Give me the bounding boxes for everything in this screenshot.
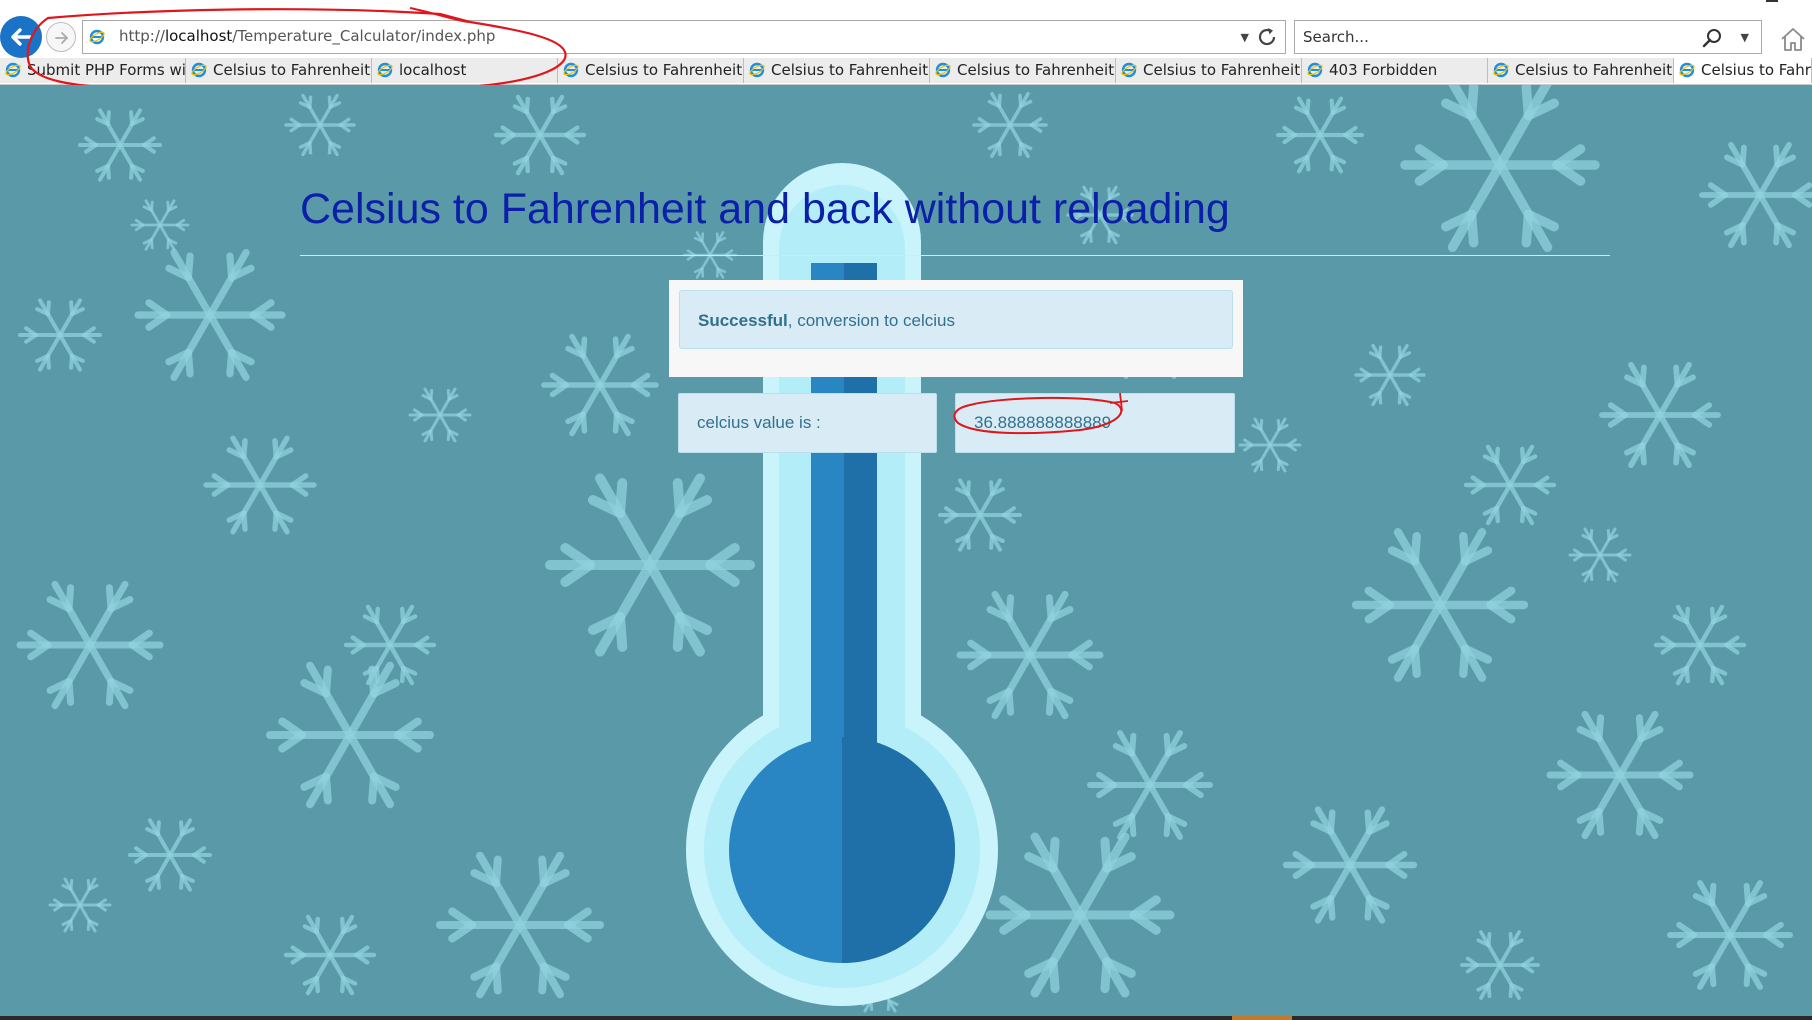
- search-icon[interactable]: [1701, 27, 1723, 49]
- address-dropdown-icon[interactable]: ▼: [1241, 31, 1249, 44]
- url-path: /Temperature_Calculator/index.php: [232, 27, 496, 45]
- browser-chrome: http://localhost/Temperature_Calculator/…: [0, 0, 1812, 85]
- ie-tab-icon: [749, 62, 765, 82]
- search-placeholder: Search...: [1303, 28, 1369, 46]
- tab-label: 403 Forbidden: [1329, 61, 1438, 79]
- home-icon[interactable]: [1778, 24, 1808, 54]
- forward-arrow-icon: [55, 32, 69, 44]
- alert-strong: Successful: [698, 311, 788, 330]
- back-button[interactable]: [0, 16, 42, 58]
- tab-label: Celsius to Fahrenheit ...: [213, 61, 372, 79]
- browser-tab[interactable]: Celsius to Fahrenheit ...: [558, 58, 744, 83]
- url-prefix: http://: [119, 27, 165, 45]
- alert-text: Successful, conversion to celcius: [698, 311, 955, 331]
- title-divider: [300, 255, 1610, 256]
- tab-label: Celsius to Fahrenheit ...: [771, 61, 930, 79]
- ie-tab-icon: [563, 62, 579, 82]
- ie-tab-icon: [1307, 62, 1323, 82]
- taskbar-item-accent: [1232, 1016, 1292, 1020]
- tab-label: Celsius to Fahrenheit ...: [1143, 61, 1302, 79]
- ie-tab-icon: [935, 62, 951, 82]
- taskbar-edge: [0, 1016, 1812, 1020]
- ie-tab-icon: [377, 62, 393, 82]
- window-minimize-button[interactable]: [1766, 0, 1778, 2]
- browser-tab[interactable]: Celsius to Fahrenheit ...: [186, 58, 372, 83]
- alert-message: , conversion to celcius: [787, 311, 956, 330]
- browser-tab[interactable]: localhost: [372, 58, 558, 83]
- ie-tab-icon: [1679, 62, 1695, 82]
- browser-tab[interactable]: 403 Forbidden: [1302, 58, 1488, 83]
- forward-button[interactable]: [46, 22, 76, 52]
- ie-tab-icon: [1121, 62, 1137, 82]
- browser-tab[interactable]: Celsius to Fahrenheit ...: [1488, 58, 1674, 83]
- search-box[interactable]: Search... ▼: [1294, 20, 1762, 54]
- tab-label: Celsius to Fahrenheit ...: [957, 61, 1116, 79]
- page-title: Celsius to Fahrenheit and back without r…: [300, 185, 1230, 233]
- ie-tab-icon: [5, 62, 21, 82]
- url-host: localhost: [164, 27, 233, 45]
- ie-page-icon: [89, 29, 105, 49]
- refresh-icon[interactable]: [1255, 25, 1279, 49]
- address-bar[interactable]: http://localhost/Temperature_Calculator/…: [82, 20, 1286, 54]
- browser-tab[interactable]: Celsius to Fahrenhei: [1674, 58, 1812, 83]
- ie-tab-icon: [191, 62, 207, 82]
- page-content: Celsius to Fahrenheit and back without r…: [0, 85, 1812, 1020]
- ie-tab-icon: [1493, 62, 1509, 82]
- success-alert: Successful, conversion to celcius: [679, 290, 1233, 349]
- result-value-box: 36.888888888889: [955, 393, 1235, 453]
- address-url[interactable]: http://localhost/Temperature_Calculator/…: [119, 27, 495, 45]
- search-dropdown-icon[interactable]: ▼: [1741, 31, 1749, 44]
- result-value: 36.888888888889: [974, 413, 1112, 432]
- result-label: celcius value is :: [697, 413, 821, 432]
- tab-label: Submit PHP Forms wi...: [27, 61, 186, 79]
- tab-label: Celsius to Fahrenheit ...: [585, 61, 744, 79]
- tab-label: Celsius to Fahrenheit ...: [1515, 61, 1674, 79]
- browser-tab[interactable]: Submit PHP Forms wi...: [0, 58, 186, 83]
- browser-tab[interactable]: Celsius to Fahrenheit ...: [744, 58, 930, 83]
- back-arrow-icon: [11, 28, 32, 46]
- tab-strip: Submit PHP Forms wi... Celsius to Fahrenh…: [0, 58, 1812, 83]
- result-label-box: celcius value is :: [678, 393, 937, 453]
- tab-label: localhost: [399, 61, 467, 79]
- browser-tab[interactable]: Celsius to Fahrenheit ...: [930, 58, 1116, 83]
- tab-label: Celsius to Fahrenhei: [1701, 61, 1811, 79]
- browser-tab[interactable]: Celsius to Fahrenheit ...: [1116, 58, 1302, 83]
- alert-panel: Successful, conversion to celcius: [669, 280, 1243, 377]
